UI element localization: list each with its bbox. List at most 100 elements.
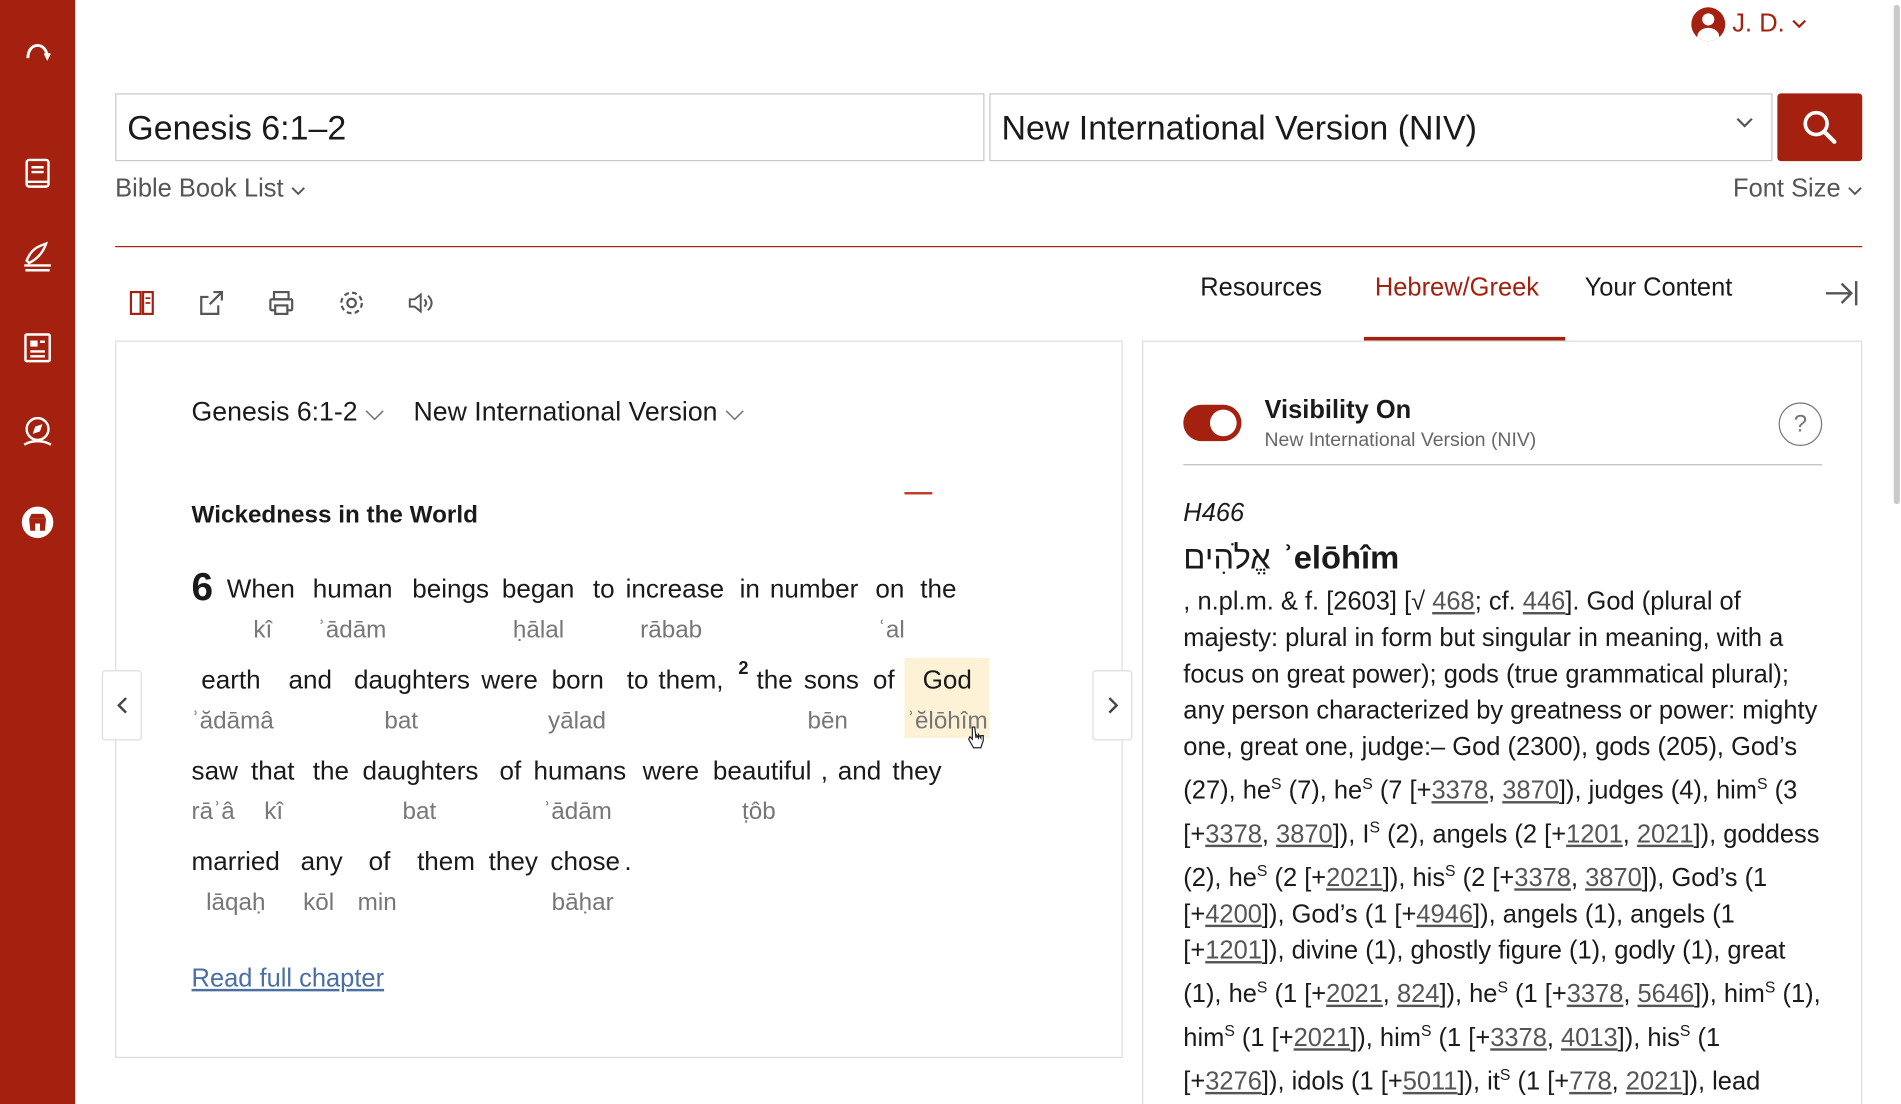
ref-link[interactable]: 3870: [1502, 777, 1559, 805]
explore-icon[interactable]: [17, 411, 58, 452]
word[interactable]: to: [627, 665, 649, 695]
word[interactable]: the: [920, 574, 956, 604]
previous-chapter-button[interactable]: [101, 670, 142, 741]
word[interactable]: daughters: [363, 756, 479, 786]
tab-your-content[interactable]: Your Content: [1585, 274, 1733, 303]
word[interactable]: to: [593, 574, 615, 604]
word[interactable]: they: [489, 847, 538, 877]
ref-link[interactable]: 2021: [1637, 820, 1694, 848]
bible-book-list-toggle[interactable]: Bible Book List: [115, 175, 305, 204]
word[interactable]: daughters: [354, 665, 470, 695]
ref-link[interactable]: 5646: [1638, 980, 1695, 1008]
visibility-toggle[interactable]: [1183, 404, 1242, 442]
ref-link[interactable]: 3870: [1276, 820, 1333, 848]
search-button[interactable]: [1777, 93, 1863, 162]
word[interactable]: humans: [533, 756, 626, 786]
ref-link[interactable]: 3378: [1490, 1024, 1547, 1052]
word[interactable]: beautiful: [713, 756, 812, 786]
chevron-down-icon: [365, 410, 384, 421]
word[interactable]: any: [301, 847, 343, 877]
passage-reference-dropdown[interactable]: Genesis 6:1-2: [192, 396, 385, 428]
ref-link[interactable]: 2021: [1294, 1024, 1351, 1052]
word[interactable]: and: [838, 756, 881, 786]
ref-link[interactable]: 3378: [1205, 820, 1262, 848]
word[interactable]: that: [251, 756, 294, 786]
passage-header: Genesis 6:1-2 New International Version: [192, 396, 745, 428]
word[interactable]: the: [313, 756, 349, 786]
ref-link[interactable]: 2021: [1326, 864, 1383, 892]
passage-version-dropdown[interactable]: New International Version: [414, 396, 745, 428]
word[interactable]: of: [369, 847, 391, 877]
ref-link[interactable]: 468: [1432, 588, 1474, 616]
ref-link[interactable]: 2021: [1326, 980, 1383, 1008]
word[interactable]: them,: [658, 665, 723, 695]
collapse-panel-icon[interactable]: [1823, 278, 1859, 316]
word[interactable]: increase: [626, 574, 725, 604]
next-chapter-button[interactable]: [1092, 670, 1133, 741]
settings-gear-icon[interactable]: [335, 286, 369, 320]
chevron-down-icon: [291, 187, 305, 196]
page-scrollbar[interactable]: [1893, 0, 1901, 509]
ref-link[interactable]: 5011: [1403, 1068, 1458, 1096]
word: ,: [820, 756, 829, 786]
tab-resources[interactable]: Resources: [1200, 274, 1322, 303]
word[interactable]: number: [770, 574, 858, 604]
ref-link[interactable]: 3378: [1567, 980, 1624, 1008]
word[interactable]: sons: [804, 665, 859, 695]
word-selected[interactable]: God: [923, 665, 972, 695]
ref-link[interactable]: 4200: [1205, 900, 1262, 928]
ref-link[interactable]: 1201: [1566, 820, 1623, 848]
tab-hebrew-greek[interactable]: Hebrew/Greek: [1375, 274, 1539, 303]
store-icon[interactable]: [17, 502, 58, 543]
word[interactable]: were: [643, 756, 700, 786]
search-icon: [1803, 110, 1837, 144]
articles-icon[interactable]: [17, 327, 58, 368]
transliteration: kî: [264, 798, 284, 826]
ref-link[interactable]: 4013: [1561, 1024, 1618, 1052]
reading-plan-icon[interactable]: [17, 236, 58, 277]
logo-icon[interactable]: [17, 29, 58, 70]
ref-link[interactable]: 3378: [1431, 777, 1488, 805]
ref-link[interactable]: 4946: [1416, 900, 1473, 928]
word[interactable]: earth: [201, 665, 260, 695]
read-full-chapter-link[interactable]: Read full chapter: [192, 965, 384, 994]
user-menu[interactable]: J. D.: [1691, 7, 1807, 42]
ref-link[interactable]: 2021: [1626, 1068, 1683, 1096]
word[interactable]: saw: [192, 756, 238, 786]
word[interactable]: and: [289, 665, 332, 695]
word[interactable]: the: [757, 665, 793, 695]
bible-icon[interactable]: [17, 154, 58, 195]
ref-link[interactable]: 1201: [1205, 937, 1262, 965]
print-icon[interactable]: [264, 286, 298, 320]
audio-icon[interactable]: [404, 286, 438, 320]
ref-link[interactable]: 778: [1569, 1068, 1611, 1096]
word[interactable]: married: [192, 847, 280, 877]
word[interactable]: human: [313, 574, 393, 604]
help-icon[interactable]: ?: [1778, 402, 1823, 446]
word[interactable]: them: [417, 847, 475, 877]
ref-link[interactable]: 3276: [1205, 1068, 1262, 1096]
word[interactable]: born: [552, 665, 604, 695]
ref-link[interactable]: 824: [1397, 980, 1439, 1008]
font-size-toggle[interactable]: Font Size: [1733, 175, 1862, 204]
visibility-version: New International Version (NIV): [1264, 430, 1537, 451]
word[interactable]: began: [502, 574, 574, 604]
word[interactable]: were: [481, 665, 538, 695]
ref-link[interactable]: 3870: [1585, 864, 1642, 892]
transliteration: ʾādām: [317, 616, 387, 644]
passage-search-input[interactable]: Genesis 6:1–2: [115, 93, 985, 162]
ref-link[interactable]: 3378: [1514, 864, 1571, 892]
word[interactable]: of: [873, 665, 895, 695]
parallel-view-icon[interactable]: [125, 286, 159, 320]
version-select[interactable]: New International Version (NIV): [989, 93, 1773, 162]
share-icon[interactable]: [194, 286, 228, 320]
word[interactable]: on: [875, 574, 904, 604]
transliteration: ʾădāmâ: [191, 707, 274, 735]
word[interactable]: When: [227, 574, 295, 604]
word[interactable]: chose: [550, 847, 620, 877]
word[interactable]: of: [500, 756, 522, 786]
word[interactable]: they: [892, 756, 941, 786]
ref-link[interactable]: 446: [1523, 588, 1565, 616]
word[interactable]: in: [740, 574, 760, 604]
word[interactable]: beings: [412, 574, 489, 604]
